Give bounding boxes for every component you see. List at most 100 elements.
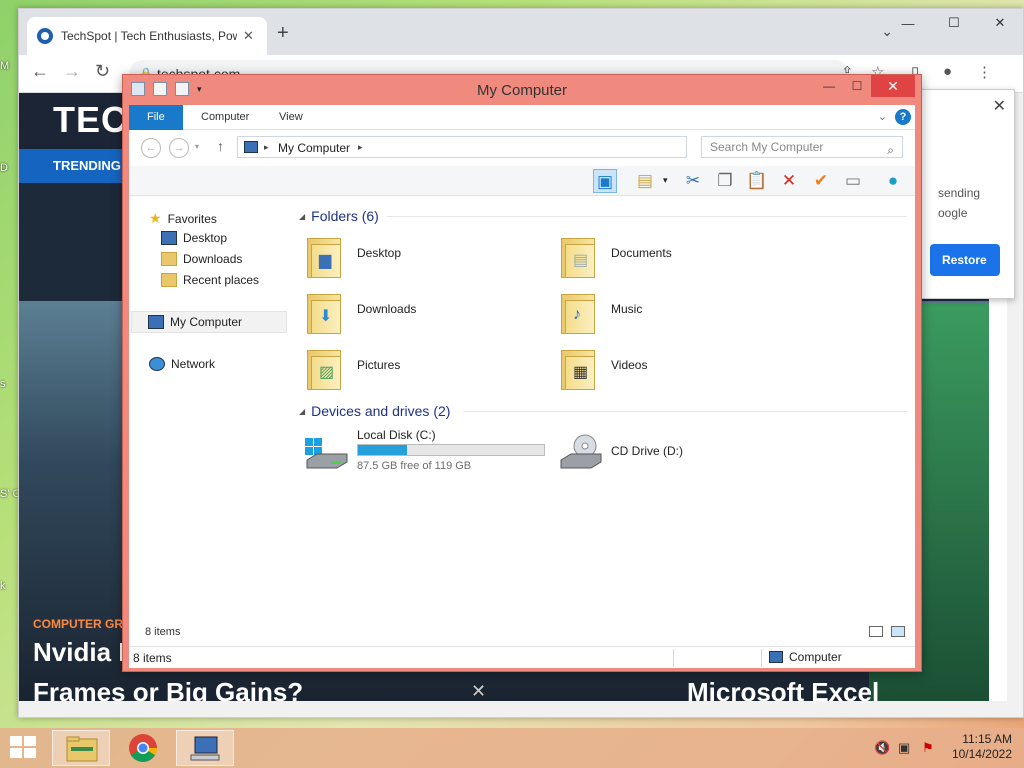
folder-item[interactable]: ⬇ Downloads: [305, 288, 545, 338]
details-view-icon[interactable]: [869, 626, 883, 637]
nav-network[interactable]: Network: [149, 357, 215, 371]
drive-item-c[interactable]: Local Disk (C:) 87.5 GB free of 119 GB: [303, 428, 553, 478]
reload-icon[interactable]: ↻: [95, 61, 110, 82]
drive-label: CD Drive (D:): [611, 444, 683, 458]
address-field[interactable]: ▸ My Computer ▸ ⌄ ↻: [237, 136, 781, 158]
item-count: 8 items: [145, 626, 181, 638]
collapse-triangle-icon: ◢: [299, 406, 306, 416]
folder-label: Music: [611, 302, 643, 316]
nav-my-computer[interactable]: My Computer: [131, 311, 287, 333]
hero-category[interactable]: COMPUTER GRA: [33, 617, 132, 631]
restore-button[interactable]: Restore: [930, 244, 1000, 276]
nav-label: Recent places: [183, 273, 260, 287]
status-location-label: Computer: [789, 650, 842, 664]
copy-icon[interactable]: ❐: [713, 169, 737, 193]
tab-computer[interactable]: Computer: [187, 105, 263, 130]
folders-group-header[interactable]: ◢ Folders (6): [299, 208, 379, 224]
back-icon[interactable]: ←: [141, 138, 161, 158]
close-ad-icon[interactable]: ✕: [471, 681, 486, 702]
nav-downloads[interactable]: Downloads: [161, 252, 242, 266]
folder-label: Videos: [611, 358, 648, 372]
nav-trending[interactable]: TRENDING: [53, 158, 121, 173]
desktop-icon-stub[interactable]: D: [0, 162, 8, 174]
maximize-button[interactable]: ☐: [931, 9, 977, 37]
up-arrow-icon[interactable]: ↑: [217, 138, 224, 154]
hero-side-title[interactable]: Microsoft Excel: [687, 677, 879, 703]
nav-desktop[interactable]: Desktop: [161, 231, 227, 245]
drive-free-space: 87.5 GB free of 119 GB: [357, 460, 472, 472]
menu-kebab-icon[interactable]: ⋮: [977, 63, 992, 81]
taskbar-chrome[interactable]: [114, 730, 172, 766]
nav-favorites[interactable]: ★ Favorites: [149, 210, 217, 227]
back-arrow-icon[interactable]: ←: [31, 61, 49, 82]
volume-muted-icon[interactable]: 🔇: [874, 740, 890, 756]
desktop-icon-stub[interactable]: M: [0, 60, 9, 72]
recent-locations-chevron-icon[interactable]: ▾: [195, 142, 199, 151]
cd-drive-icon: [560, 434, 602, 469]
browser-tab[interactable]: TechSpot | Tech Enthusiasts, Power ✕: [27, 17, 267, 55]
nav-label: Desktop: [183, 231, 228, 245]
tab-view[interactable]: View: [265, 105, 317, 130]
nav-label: My Computer: [170, 315, 243, 329]
folder-item[interactable]: ♪ Music: [559, 288, 799, 338]
breadcrumb-my-computer[interactable]: My Computer: [278, 141, 350, 155]
expand-ribbon-chevron-icon[interactable]: ⌄: [878, 110, 887, 123]
chrome-tabbar: TechSpot | Tech Enthusiasts, Power ✕ + ⌄…: [19, 9, 1023, 55]
taskbar-file-explorer[interactable]: [52, 730, 110, 766]
start-button[interactable]: [10, 736, 38, 760]
breadcrumb-arrow-icon[interactable]: ▸: [264, 142, 269, 153]
properties-folder-icon[interactable]: ▤: [633, 169, 657, 193]
folder-item[interactable]: ▨ Pictures: [305, 344, 545, 394]
hero-title-line2[interactable]: Frames or Big Gains?: [33, 677, 303, 703]
nav-recent-places[interactable]: Recent places: [161, 273, 259, 287]
toolbar-chevron-icon[interactable]: ▾: [663, 175, 668, 186]
explorer-maximize-button[interactable]: ☐: [843, 75, 871, 97]
new-tab-button[interactable]: +: [277, 23, 289, 43]
folder-item[interactable]: ▆ Desktop: [305, 232, 545, 282]
search-input[interactable]: Search My Computer ⌕: [701, 136, 903, 158]
large-icons-view-icon[interactable]: [891, 626, 905, 637]
folder-icon: ▨: [305, 346, 345, 390]
action-center-icon[interactable]: ⚑: [922, 740, 934, 756]
rename-icon[interactable]: ▭: [841, 169, 865, 193]
cut-icon[interactable]: ✂: [681, 169, 705, 193]
minimize-button[interactable]: —: [885, 9, 931, 37]
hero-title[interactable]: Nvidia I: [33, 637, 125, 668]
folder-item[interactable]: ▤ Documents: [559, 232, 799, 282]
profile-avatar-icon[interactable]: ●: [943, 63, 952, 80]
taskbar: 🔇 ▣ ⚑ 11:15 AM 10/14/2022: [0, 728, 1024, 768]
check-icon[interactable]: ✔: [809, 169, 833, 193]
clock[interactable]: 11:15 AM 10/14/2022: [952, 732, 1012, 762]
status-items: 8 items: [133, 651, 172, 665]
desktop-icon-stub[interactable]: s: [0, 378, 6, 390]
explorer-minimize-button[interactable]: —: [815, 75, 843, 97]
breadcrumb-arrow-icon[interactable]: ▸: [358, 142, 363, 153]
help-icon[interactable]: ?: [895, 109, 911, 125]
group-divider: [387, 216, 907, 217]
taskbar-my-computer[interactable]: [176, 730, 234, 766]
popup-close-icon[interactable]: ✕: [993, 96, 1006, 116]
network-globe-icon[interactable]: ●: [881, 169, 905, 193]
folder-icon: ♪: [559, 290, 599, 334]
paste-icon[interactable]: 📋: [745, 169, 769, 193]
techspot-favicon-icon: [37, 28, 53, 44]
horizontal-scrollbar[interactable]: [19, 701, 1023, 717]
explorer-close-button[interactable]: ✕: [871, 75, 915, 97]
nav-label: Favorites: [167, 211, 217, 226]
folder-item[interactable]: ▦ Videos: [559, 344, 799, 394]
search-placeholder: Search My Computer: [710, 140, 824, 154]
network-icon[interactable]: ▣: [898, 740, 910, 756]
close-tab-icon[interactable]: ✕: [243, 28, 254, 44]
tab-file[interactable]: File: [129, 105, 183, 130]
explorer-titlebar[interactable]: ▾ My Computer — ☐ ✕: [123, 75, 921, 105]
close-button[interactable]: ✕: [977, 9, 1023, 37]
forward-icon[interactable]: →: [169, 138, 189, 158]
desktop-icon-stub[interactable]: k: [0, 580, 6, 592]
network-icon: [149, 357, 165, 371]
site-logo[interactable]: TEC: [53, 99, 128, 141]
preview-pane-icon[interactable]: ▣: [593, 169, 617, 193]
delete-icon[interactable]: ✕: [777, 169, 801, 193]
forward-arrow-icon[interactable]: →: [63, 61, 81, 82]
drive-item-d[interactable]: CD Drive (D:): [557, 428, 757, 478]
drives-group-header[interactable]: ◢ Devices and drives (2): [299, 403, 450, 419]
